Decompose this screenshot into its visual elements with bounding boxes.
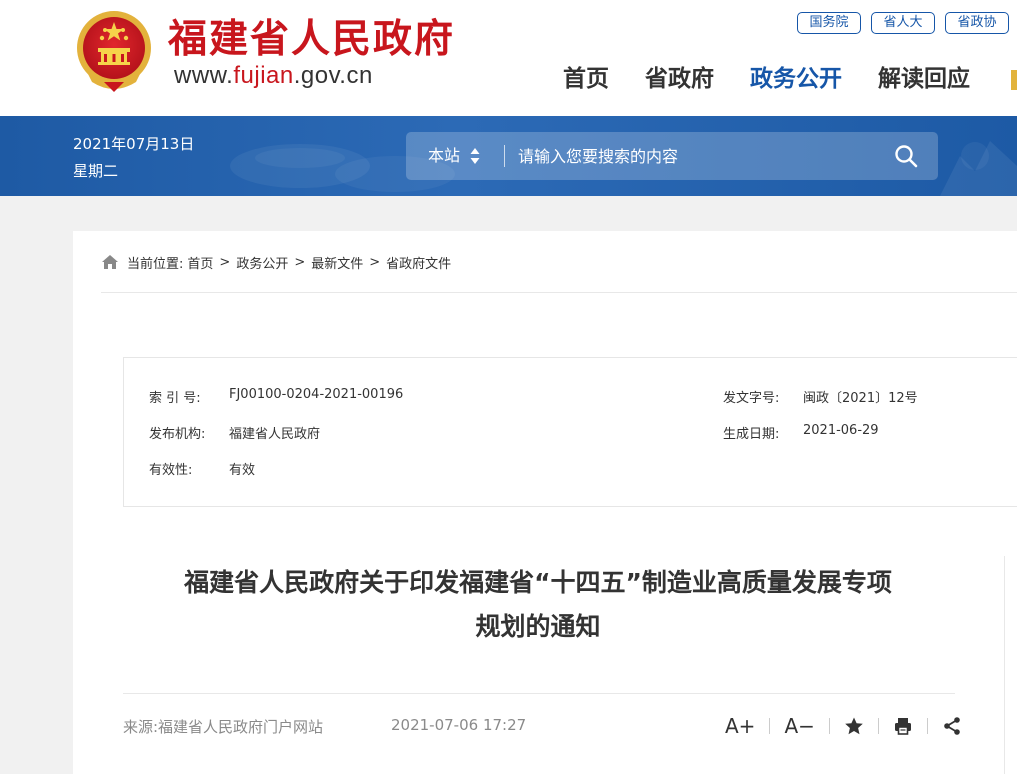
share-icon bbox=[944, 717, 960, 735]
top-link-cppcc[interactable]: 省政协 bbox=[945, 12, 1009, 34]
breadcrumb-separator: > bbox=[369, 254, 381, 270]
url-highlight: fujian bbox=[233, 62, 294, 89]
url-prefix: www. bbox=[174, 62, 234, 89]
current-date: 2021年07月13日 bbox=[73, 135, 195, 153]
nav-government-affairs[interactable]: 政务公开 bbox=[750, 62, 842, 96]
font-smaller-button[interactable]: A− bbox=[784, 712, 814, 740]
meta-index-value: FJ00100-0204-2021-00196 bbox=[229, 387, 404, 402]
document-title: 福建省人民政府关于印发福建省“十四五”制造业高质量发展专项 规划的通知 bbox=[123, 561, 953, 649]
updown-arrow-icon[interactable] bbox=[470, 147, 480, 165]
breadcrumb-divider bbox=[101, 292, 1017, 293]
meta-validity-value: 有效 bbox=[229, 463, 256, 478]
url-suffix: .gov.cn bbox=[293, 62, 373, 89]
document-meta-box: 索 引 号: FJ00100-0204-2021-00196 发文字号: 闽政〔… bbox=[123, 357, 1017, 507]
article-toolbar: A+ A− bbox=[725, 712, 962, 740]
top-link-state-council[interactable]: 国务院 bbox=[797, 12, 861, 34]
home-icon bbox=[102, 255, 118, 269]
meta-doc-no-value: 闽政〔2021〕12号 bbox=[803, 391, 918, 406]
site-url: www.fujian.gov.cn bbox=[174, 62, 373, 90]
document-title-line-1: 福建省人民政府关于印发福建省“十四五”制造业高质量发展专项 bbox=[184, 568, 892, 597]
breadcrumb-home[interactable]: 首页 bbox=[187, 253, 213, 272]
nav-provincial-government[interactable]: 省政府 bbox=[645, 62, 714, 96]
nav-overflow-marker bbox=[1011, 70, 1017, 90]
print-icon bbox=[894, 718, 911, 735]
search-input[interactable] bbox=[518, 136, 878, 176]
toolbar-separator bbox=[926, 718, 928, 734]
meta-validity-label: 有效性: bbox=[149, 463, 193, 478]
side-divider bbox=[1004, 556, 1005, 774]
star-icon bbox=[845, 717, 863, 735]
document-title-line-2: 规划的通知 bbox=[475, 612, 601, 641]
article-publish-time: 2021-07-06 17:27 bbox=[391, 716, 527, 734]
search-box: 本站 bbox=[406, 132, 938, 180]
article-source: 来源:福建省人民政府门户网站 bbox=[123, 718, 324, 736]
meta-org-label: 发布机构: bbox=[149, 427, 206, 442]
toolbar-separator bbox=[877, 718, 879, 734]
top-links: 国务院 省人大 省政协 bbox=[797, 12, 1009, 34]
breadcrumb-separator: > bbox=[294, 254, 306, 270]
favorite-button[interactable] bbox=[844, 712, 864, 740]
font-larger-label: A+ bbox=[725, 714, 756, 738]
font-smaller-label: A− bbox=[784, 714, 815, 738]
font-larger-button[interactable]: A+ bbox=[725, 712, 755, 740]
search-divider bbox=[504, 145, 505, 167]
site-name[interactable]: 福建省人民政府 bbox=[168, 14, 455, 64]
national-emblem-icon[interactable] bbox=[74, 8, 154, 94]
search-scope-select[interactable]: 本站 bbox=[428, 132, 460, 180]
toolbar-separator bbox=[828, 718, 830, 734]
top-link-provincial-congress[interactable]: 省人大 bbox=[871, 12, 935, 34]
nav-home[interactable]: 首页 bbox=[563, 62, 609, 96]
current-weekday: 星期二 bbox=[73, 162, 119, 180]
breadcrumb-provincial-documents[interactable]: 省政府文件 bbox=[386, 253, 451, 272]
meta-index-label: 索 引 号: bbox=[149, 391, 201, 406]
toolbar-separator bbox=[769, 718, 771, 734]
meta-date-label: 生成日期: bbox=[723, 427, 780, 442]
breadcrumb-separator: > bbox=[219, 254, 231, 270]
meta-doc-no-label: 发文字号: bbox=[723, 391, 780, 406]
breadcrumb-government-affairs[interactable]: 政务公开 bbox=[236, 253, 288, 272]
breadcrumb-latest-documents[interactable]: 最新文件 bbox=[311, 253, 363, 272]
share-button[interactable] bbox=[942, 712, 962, 740]
search-icon[interactable] bbox=[894, 144, 918, 168]
breadcrumb: 当前位置: 首页 > 政务公开 > 最新文件 > 省政府文件 bbox=[101, 251, 451, 273]
nav-interpretation[interactable]: 解读回应 bbox=[878, 62, 970, 96]
site-header: 福建省人民政府 www.fujian.gov.cn 国务院 省人大 省政协 首页… bbox=[0, 0, 1017, 116]
meta-date-value: 2021-06-29 bbox=[803, 423, 879, 438]
print-button[interactable] bbox=[893, 712, 913, 740]
title-divider bbox=[123, 693, 955, 694]
breadcrumb-prefix: 当前位置: bbox=[127, 256, 184, 272]
meta-org-value: 福建省人民政府 bbox=[229, 427, 321, 442]
search-banner: 2021年07月13日 星期二 本站 bbox=[0, 116, 1017, 196]
content-card: 当前位置: 首页 > 政务公开 > 最新文件 > 省政府文件 索 引 号: FJ… bbox=[73, 231, 1017, 774]
main-nav: 首页 省政府 政务公开 解读回应 bbox=[563, 62, 970, 96]
